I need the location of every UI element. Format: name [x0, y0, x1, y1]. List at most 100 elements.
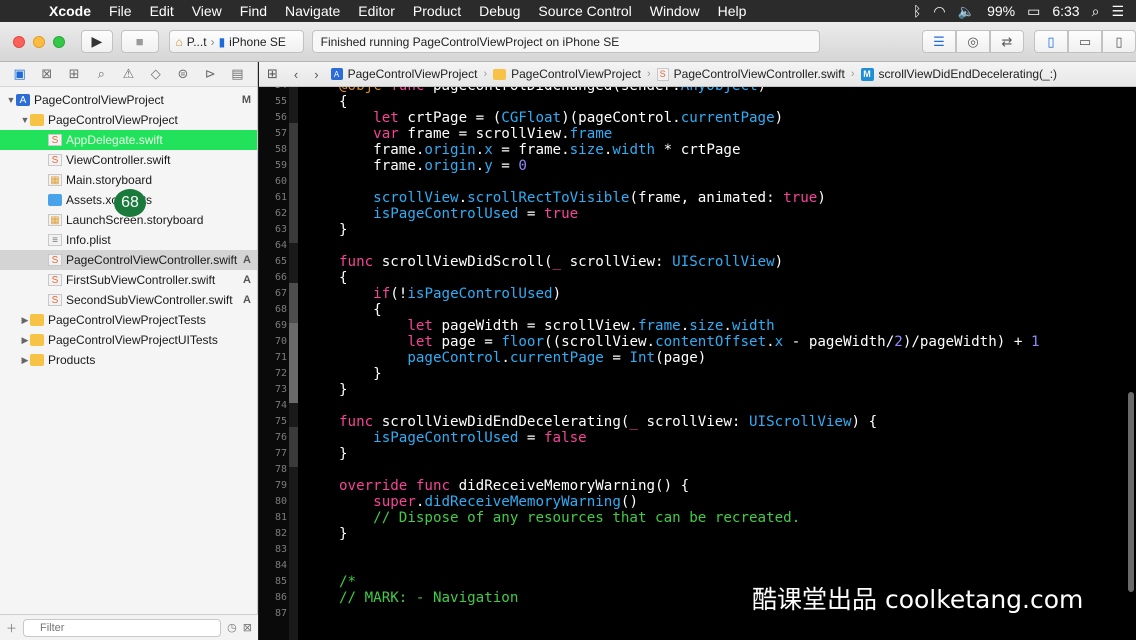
breakpoint-icon[interactable]: ⊳ [200, 66, 220, 82]
menu-navigate[interactable]: Navigate [276, 3, 349, 19]
menu-find[interactable]: Find [231, 3, 276, 19]
breadcrumb-group[interactable]: PageControlViewProject [489, 67, 645, 81]
tree-row-uitests[interactable]: ▶ PageControlViewProjectUITests [0, 330, 257, 350]
disclosure-open-icon[interactable]: ▼ [6, 95, 16, 105]
wifi-icon[interactable]: ◠ [933, 3, 945, 20]
scm-filter-icon[interactable]: ⊠ [243, 621, 252, 634]
code-line: 73} [259, 382, 1136, 398]
chevron-right-icon: › [210, 34, 215, 49]
warning-icon[interactable]: ⚠ [118, 66, 138, 82]
symbol-icon[interactable]: ⊞ [64, 66, 84, 82]
menu-file[interactable]: File [100, 3, 141, 19]
tree-row-info-plist[interactable]: ≡ Info.plist [0, 230, 257, 250]
tree-row-pagecontrolviewcontroller[interactable]: S PageControlViewController.swift A [0, 250, 257, 270]
disclosure-open-icon[interactable]: ▼ [20, 115, 30, 125]
debug-icon[interactable]: ⊜ [173, 66, 193, 82]
tree-row-group[interactable]: ▼ PageControlViewProject [0, 110, 257, 130]
menu-view[interactable]: View [183, 3, 231, 19]
disclosure-closed-icon[interactable]: ▶ [20, 315, 30, 326]
zoom-window-button[interactable] [53, 35, 65, 48]
spotlight-icon[interactable]: ⌕ [1092, 3, 1100, 20]
tree-row-products[interactable]: ▶ Products [0, 350, 257, 370]
toggle-debug-area-button[interactable]: ▭ [1067, 30, 1102, 53]
menu-source-control[interactable]: Source Control [529, 3, 640, 19]
breadcrumb-method[interactable]: M scrollViewDidEndDecelerating(_:) [857, 67, 1062, 81]
chevron-right-icon: › [850, 68, 855, 80]
version-editor-icon: ⇄ [1001, 33, 1013, 49]
tree-label: AppDelegate.swift [66, 133, 163, 147]
minimize-window-button[interactable] [33, 35, 45, 48]
notification-center-icon[interactable]: ☰ [1111, 3, 1124, 20]
close-window-button[interactable] [13, 35, 25, 48]
related-items-icon[interactable]: ⊞ [259, 66, 286, 82]
tree-row-main-storyboard[interactable]: ▦ Main.storyboard [0, 170, 257, 190]
source-control-icon[interactable]: ⊠ [37, 66, 57, 82]
version-editor-button[interactable]: ⇄ [989, 30, 1024, 53]
chevron-right-icon: › [646, 68, 651, 80]
editor-scrollbar[interactable] [1128, 392, 1134, 592]
activity-status: Finished running PageControlViewProject … [311, 30, 820, 53]
disclosure-closed-icon[interactable]: ▶ [20, 335, 30, 346]
toggle-navigator-button[interactable]: ▯ [1033, 30, 1068, 53]
code-line: 57 var frame = scrollView.frame [259, 126, 1136, 142]
tree-label: FirstSubViewController.swift [66, 273, 216, 287]
navigator-tabs: ▣ ⊠ ⊞ ⌕ ⚠ ◇ ⊜ ⊳ ▤ [0, 62, 257, 87]
tree-label: PageControlViewProjectUITests [48, 333, 218, 347]
scheme-selector[interactable]: ⌂ P...t › ▮ iPhone SE [168, 30, 304, 53]
test-icon[interactable]: ◇ [146, 66, 166, 82]
bluetooth-icon[interactable]: ᛒ [913, 3, 921, 19]
line-number: 68 [274, 304, 287, 315]
tree-row-firstsubviewcontroller[interactable]: S FirstSubViewController.swift A [0, 270, 257, 290]
breadcrumb-project[interactable]: A PageControlViewProject [327, 67, 482, 81]
menu-edit[interactable]: Edit [141, 3, 183, 19]
status-text: Finished running PageControlViewProject … [320, 34, 620, 49]
disclosure-closed-icon[interactable]: ▶ [20, 355, 30, 366]
folder-icon [30, 354, 44, 366]
code-line: 60 [259, 174, 1136, 190]
line-number: 64 [274, 240, 287, 251]
play-icon: ▶ [91, 33, 103, 49]
report-icon[interactable]: ▤ [227, 66, 247, 82]
standard-editor-button[interactable]: ☰ [921, 30, 956, 53]
folder-icon[interactable]: ▣ [10, 66, 30, 82]
folder-icon [493, 68, 507, 80]
volume-icon[interactable]: 🔈 [958, 3, 975, 20]
breadcrumb-file[interactable]: S PageControlViewController.swift [653, 67, 849, 81]
code-line: 71 pageControl.currentPage = Int(page) [259, 350, 1136, 366]
menu-debug[interactable]: Debug [470, 3, 529, 19]
device-icon: ▮ [218, 34, 226, 49]
menu-xcode[interactable]: Xcode [40, 3, 100, 19]
search-icon[interactable]: ⌕ [91, 66, 111, 82]
recent-files-icon[interactable]: ◷ [227, 621, 237, 634]
line-number: 72 [274, 368, 287, 379]
filter-input[interactable] [23, 618, 222, 637]
tree-row-viewcontroller[interactable]: S ViewController.swift [0, 150, 257, 170]
tree-row-appdelegate[interactable]: S AppDelegate.swift [0, 130, 257, 150]
storyboard-file-icon: ▦ [48, 214, 62, 226]
menu-help[interactable]: Help [709, 3, 756, 19]
tree-label: Products [48, 353, 96, 367]
add-icon[interactable]: ＋ [6, 620, 17, 636]
assistant-editor-button[interactable]: ◎ [955, 30, 990, 53]
debug-panel-icon: ▭ [1078, 33, 1092, 49]
clock[interactable]: 6:33 [1052, 3, 1079, 19]
toggle-utilities-button[interactable]: ▯ [1101, 30, 1136, 53]
tree-row-tests[interactable]: ▶ PageControlViewProjectTests [0, 310, 257, 330]
line-number: 78 [274, 464, 287, 475]
line-number: 71 [274, 352, 287, 363]
window-controls [13, 35, 65, 48]
battery-icon[interactable]: ▭ [1027, 3, 1040, 20]
tree-row-secondsubviewcontroller[interactable]: S SecondSubViewController.swift A [0, 290, 257, 310]
click-step-marker: 68 [114, 189, 146, 217]
line-number: 63 [274, 224, 287, 235]
forward-button[interactable]: › [306, 67, 326, 82]
menu-editor[interactable]: Editor [349, 3, 404, 19]
tree-row-project[interactable]: ▼ A PageControlViewProject M [0, 90, 257, 110]
run-button[interactable]: ▶ [81, 30, 113, 53]
stop-button[interactable]: ■ [120, 30, 159, 53]
back-button[interactable]: ‹ [286, 67, 306, 82]
panel-toggle-control: ▯ ▭ ▯ [1033, 30, 1136, 53]
source-editor[interactable]: 54@objc func pageControlDidChanged(sende… [259, 87, 1136, 640]
menu-window[interactable]: Window [641, 3, 709, 19]
menu-product[interactable]: Product [404, 3, 470, 19]
